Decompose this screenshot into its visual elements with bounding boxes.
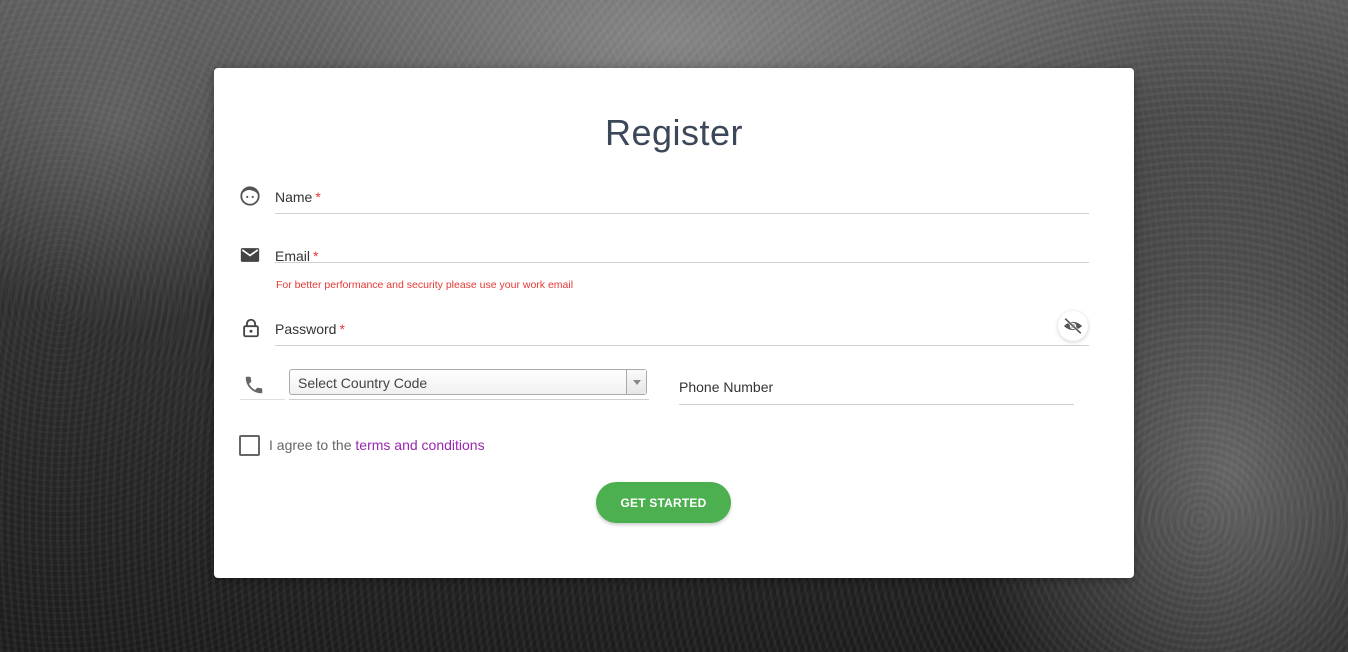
phone-icon <box>242 373 266 397</box>
page-title: Register <box>604 112 744 153</box>
name-input[interactable] <box>275 186 1093 214</box>
terms-link[interactable]: terms and conditions <box>355 437 484 453</box>
password-underline <box>275 345 1089 346</box>
lock-icon <box>239 316 263 340</box>
mail-icon <box>238 243 262 267</box>
get-started-button[interactable]: GET STARTED <box>596 482 731 523</box>
terms-agreement-text: I agree to the terms and conditions <box>269 437 485 453</box>
password-input[interactable] <box>275 318 1049 346</box>
phone-icon-underline <box>240 399 285 400</box>
name-underline <box>275 213 1089 214</box>
terms-prefix: I agree to the <box>269 437 356 453</box>
email-underline <box>275 262 1089 263</box>
country-code-placeholder: Select Country Code <box>298 375 428 391</box>
country-code-underline <box>289 399 649 400</box>
terms-checkbox[interactable] <box>239 435 260 456</box>
phone-number-input[interactable] <box>679 376 1078 404</box>
eye-off-icon <box>1063 317 1083 335</box>
face-icon <box>238 184 262 208</box>
country-code-select[interactable]: Select Country Code <box>289 369 647 395</box>
dropdown-arrow-icon <box>626 370 646 394</box>
register-card: Register Name * Email * For better perform… <box>214 68 1134 578</box>
email-hint: For better performance and security plea… <box>276 279 574 291</box>
password-visibility-toggle[interactable] <box>1058 311 1088 341</box>
phone-number-underline <box>679 404 1074 405</box>
